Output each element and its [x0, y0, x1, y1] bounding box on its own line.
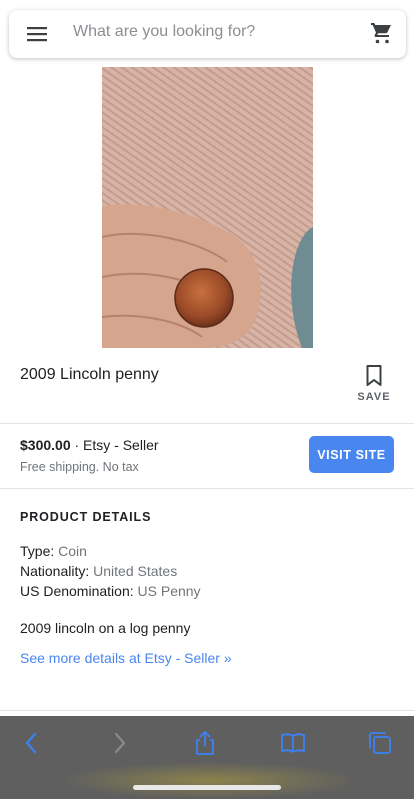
spec-row: Type: Coin	[20, 543, 87, 559]
toolbar-backdrop	[60, 762, 360, 799]
search-input[interactable]: What are you looking for?	[73, 23, 255, 41]
forward-icon[interactable]	[106, 730, 132, 756]
menu-icon[interactable]	[27, 24, 47, 44]
spec-row: Nationality: United States	[20, 563, 177, 579]
bookmark-icon	[366, 365, 382, 386]
home-indicator[interactable]	[133, 785, 281, 790]
tabs-icon[interactable]	[367, 730, 393, 756]
divider	[0, 488, 414, 489]
spec-value: US Penny	[137, 583, 201, 599]
visit-site-button[interactable]: VISIT SITE	[309, 436, 394, 473]
product-title: 2009 Lincoln penny	[20, 366, 159, 383]
price: $300.00	[20, 437, 71, 453]
spec-value: United States	[93, 563, 178, 579]
spec-row: US Denomination: US Penny	[20, 583, 201, 599]
save-label: SAVE	[357, 391, 391, 403]
spec-label: US Denomination:	[20, 583, 134, 599]
spec-label: Type:	[20, 543, 55, 559]
shipping-info: Free shipping. No tax	[20, 460, 139, 474]
bookmarks-icon[interactable]	[280, 730, 306, 756]
save-button[interactable]: SAVE	[356, 364, 392, 408]
more-details-link[interactable]: See more details at Etsy - Seller »	[20, 650, 232, 666]
product-image[interactable]	[102, 67, 313, 348]
product-description: 2009 lincoln on a log penny	[20, 620, 191, 636]
spec-label: Nationality:	[20, 563, 90, 579]
product-details-heading: PRODUCT DETAILS	[20, 510, 152, 524]
share-icon[interactable]	[192, 730, 218, 756]
search-bar[interactable]: What are you looking for?	[9, 10, 406, 58]
back-icon[interactable]	[19, 730, 45, 756]
seller-name: · Etsy - Seller	[74, 437, 159, 453]
divider	[0, 710, 414, 711]
price-line: $300.00 · Etsy - Seller	[20, 437, 159, 453]
spec-value: Coin	[58, 543, 87, 559]
shopping-cart-icon[interactable]	[370, 21, 394, 45]
divider	[0, 423, 414, 424]
